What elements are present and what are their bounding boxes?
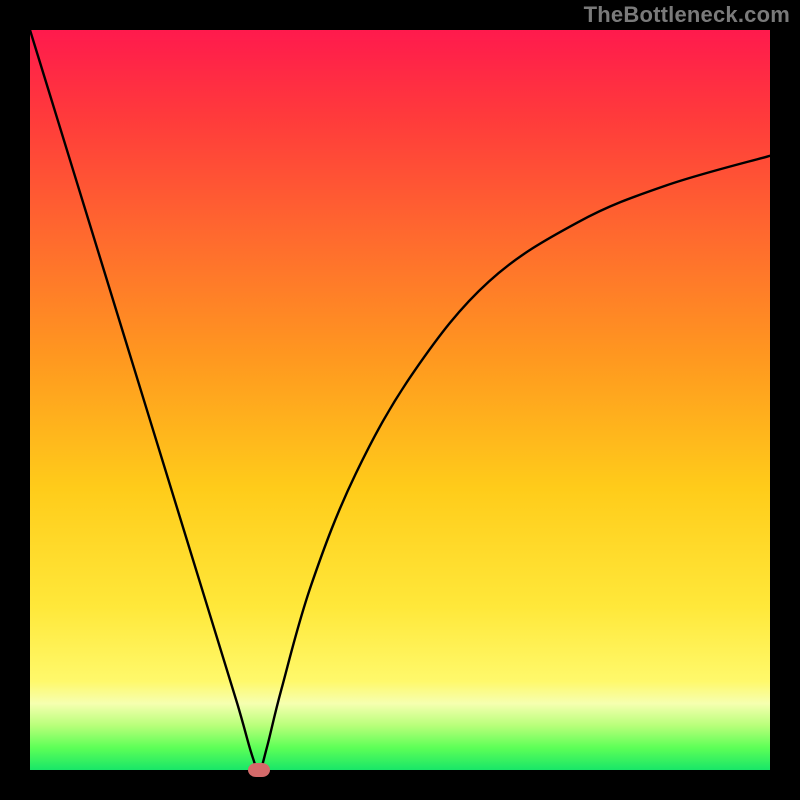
plot-area (30, 30, 770, 770)
curve-path (30, 30, 770, 770)
chart-frame: TheBottleneck.com (0, 0, 800, 800)
bottleneck-curve (30, 30, 770, 770)
attribution-label: TheBottleneck.com (584, 2, 790, 28)
minimum-marker (248, 763, 270, 777)
